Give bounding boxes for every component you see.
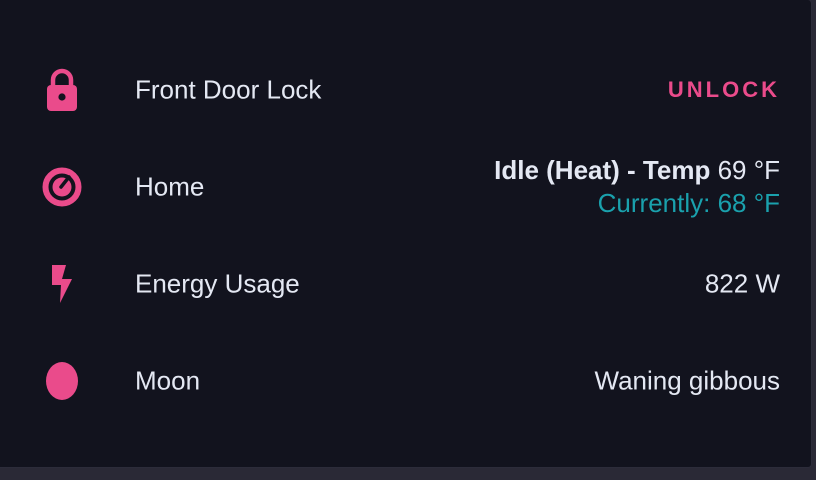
climate-state: Idle (Heat) - Temp 69 °F Currently: 68 °… — [494, 154, 780, 220]
entity-name[interactable]: Moon — [135, 365, 200, 396]
entity-name[interactable]: Front Door Lock — [135, 74, 321, 105]
moon-waning-gibbous-icon[interactable] — [38, 357, 86, 405]
entities-card: Front Door Lock UNLOCK Home Idle (Heat) … — [0, 0, 812, 468]
entity-state[interactable]: Waning gibbous — [595, 365, 781, 396]
unlock-button[interactable]: UNLOCK — [668, 77, 780, 103]
entity-row-energy-usage[interactable]: Energy Usage 822 W — [0, 235, 811, 332]
climate-mode-line: Idle (Heat) - Temp 69 °F — [494, 154, 780, 187]
entity-name[interactable]: Energy Usage — [135, 268, 300, 299]
thermostat-icon[interactable] — [38, 163, 86, 211]
target-temperature: 69 °F — [717, 154, 780, 185]
entity-row-front-door-lock[interactable]: Front Door Lock UNLOCK — [0, 41, 811, 138]
entity-name[interactable]: Home — [135, 171, 204, 202]
lock-icon[interactable] — [38, 66, 86, 114]
entity-row-moon[interactable]: Moon Waning gibbous — [0, 332, 811, 429]
flash-icon[interactable] — [38, 260, 86, 308]
climate-mode: Idle (Heat) - Temp — [494, 154, 711, 185]
entity-state[interactable]: 822 W — [705, 268, 780, 299]
current-temperature: Currently: 68 °F — [597, 187, 780, 218]
entity-row-home-climate[interactable]: Home Idle (Heat) - Temp 69 °F Currently:… — [0, 138, 811, 235]
